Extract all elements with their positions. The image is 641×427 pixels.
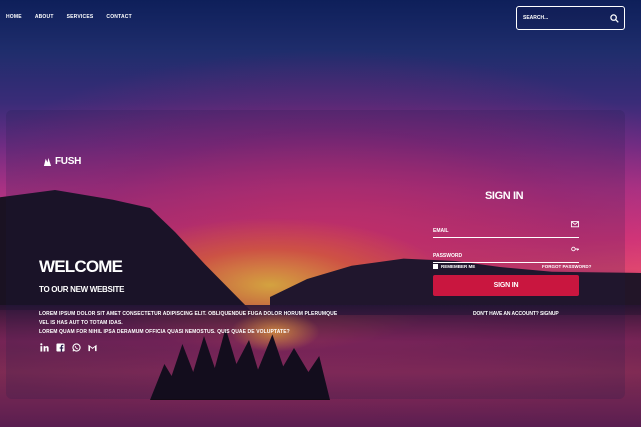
nav-link-services[interactable]: SERVICES (67, 14, 94, 20)
hero-description-line2: LOREM QUAM FOR NIHIL IPSA DERAMUM OFFICI… (39, 329, 290, 335)
email-field (433, 220, 579, 238)
nav-link-contact[interactable]: CONTACT (106, 14, 131, 20)
remember-me[interactable]: REMEMBER ME (433, 264, 475, 269)
envelope-icon (571, 221, 579, 228)
logo-icon (43, 157, 52, 166)
linkedin-icon[interactable] (40, 343, 49, 352)
forgot-password-link[interactable]: FORGOT PASSWORD? (542, 264, 591, 269)
signin-title: SIGN IN (485, 190, 524, 202)
signup-link[interactable]: DON'T HAVE AN ACCOUNT? SIGNUP (473, 311, 559, 317)
hero-title: WELCOME (39, 257, 123, 276)
search-input[interactable] (523, 15, 608, 21)
facebook-icon[interactable] (56, 343, 65, 352)
hero-description: LOREM IPSUM DOLOR SIT AMET CONSECTETUR A… (39, 310, 339, 337)
email-input[interactable] (433, 228, 561, 234)
search-icon[interactable] (610, 14, 619, 23)
key-icon (571, 246, 579, 252)
social-links (40, 343, 97, 352)
hero-description-line1: LOREM IPSUM DOLOR SIT AMET CONSECTETUR A… (39, 311, 338, 326)
password-input[interactable] (433, 253, 561, 259)
remember-me-checkbox[interactable] (433, 264, 438, 269)
password-field (433, 245, 579, 263)
search-box (516, 6, 625, 30)
nav-link-home[interactable]: HOME (6, 14, 22, 20)
brand-logo[interactable]: FUSH (43, 156, 81, 167)
sign-in-button[interactable]: SIGN IN (433, 275, 579, 296)
gmail-icon[interactable] (88, 343, 97, 352)
nav-link-about[interactable]: ABOUT (35, 14, 54, 20)
nav-links: HOME ABOUT SERVICES CONTACT (6, 14, 132, 20)
remember-me-label: REMEMBER ME (441, 264, 476, 269)
whatsapp-icon[interactable] (72, 343, 81, 352)
brand-name: FUSH (55, 156, 82, 167)
hero-subtitle: TO OUR NEW WEBSITE (39, 285, 125, 294)
